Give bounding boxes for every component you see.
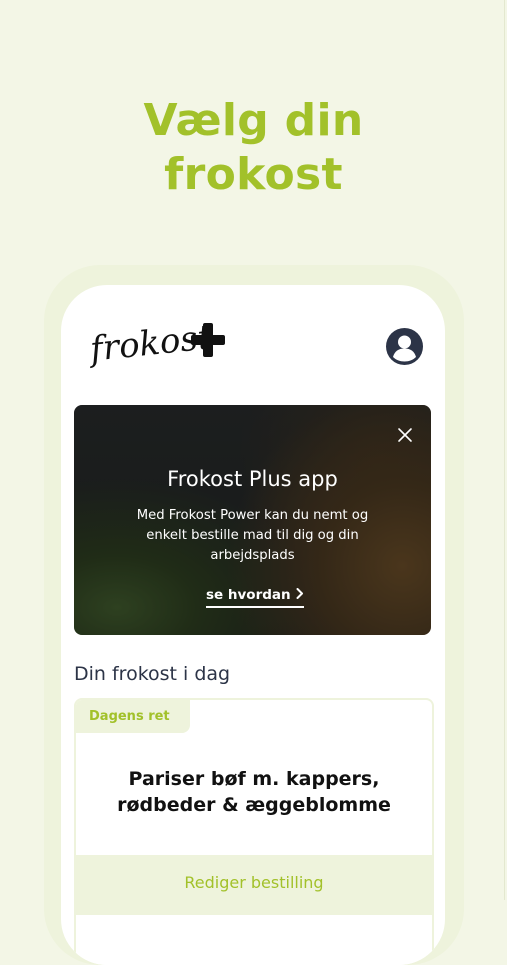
banner-title: Frokost Plus app [167, 467, 338, 491]
user-icon [393, 335, 416, 362]
promo-banner: Frokost Plus app Med Frokost Power kan d… [74, 405, 431, 635]
see-how-label: se hvordan [206, 587, 291, 603]
headline-line-2: frokost [164, 149, 343, 200]
lunch-card: Dagens ret Pariser bøf m. kappers, rødbe… [74, 698, 434, 965]
frokost-plus-logo[interactable]: frokost [87, 313, 257, 373]
dish-name: Pariser bøf m. kappers, rødbeder & æggeb… [117, 768, 391, 816]
chevron-right-icon [296, 587, 304, 603]
banner-description: Med Frokost Power kan du nemt og enkelt … [136, 508, 369, 563]
edit-order-button[interactable]: Rediger bestilling [76, 855, 432, 915]
phone-screen: frokost Frokost Plus app Med Frokost Pow… [61, 285, 445, 965]
banner-close-button[interactable] [395, 425, 415, 445]
section-title: Din frokost i dag [74, 663, 231, 685]
see-how-link[interactable]: se hvordan [206, 587, 304, 608]
close-icon [398, 428, 412, 442]
profile-button[interactable] [386, 328, 423, 365]
headline-line-1: Vælg din [143, 95, 364, 146]
page-headline: Vælg din frokost [0, 94, 507, 202]
dish-of-day-badge: Dagens ret [76, 700, 190, 733]
